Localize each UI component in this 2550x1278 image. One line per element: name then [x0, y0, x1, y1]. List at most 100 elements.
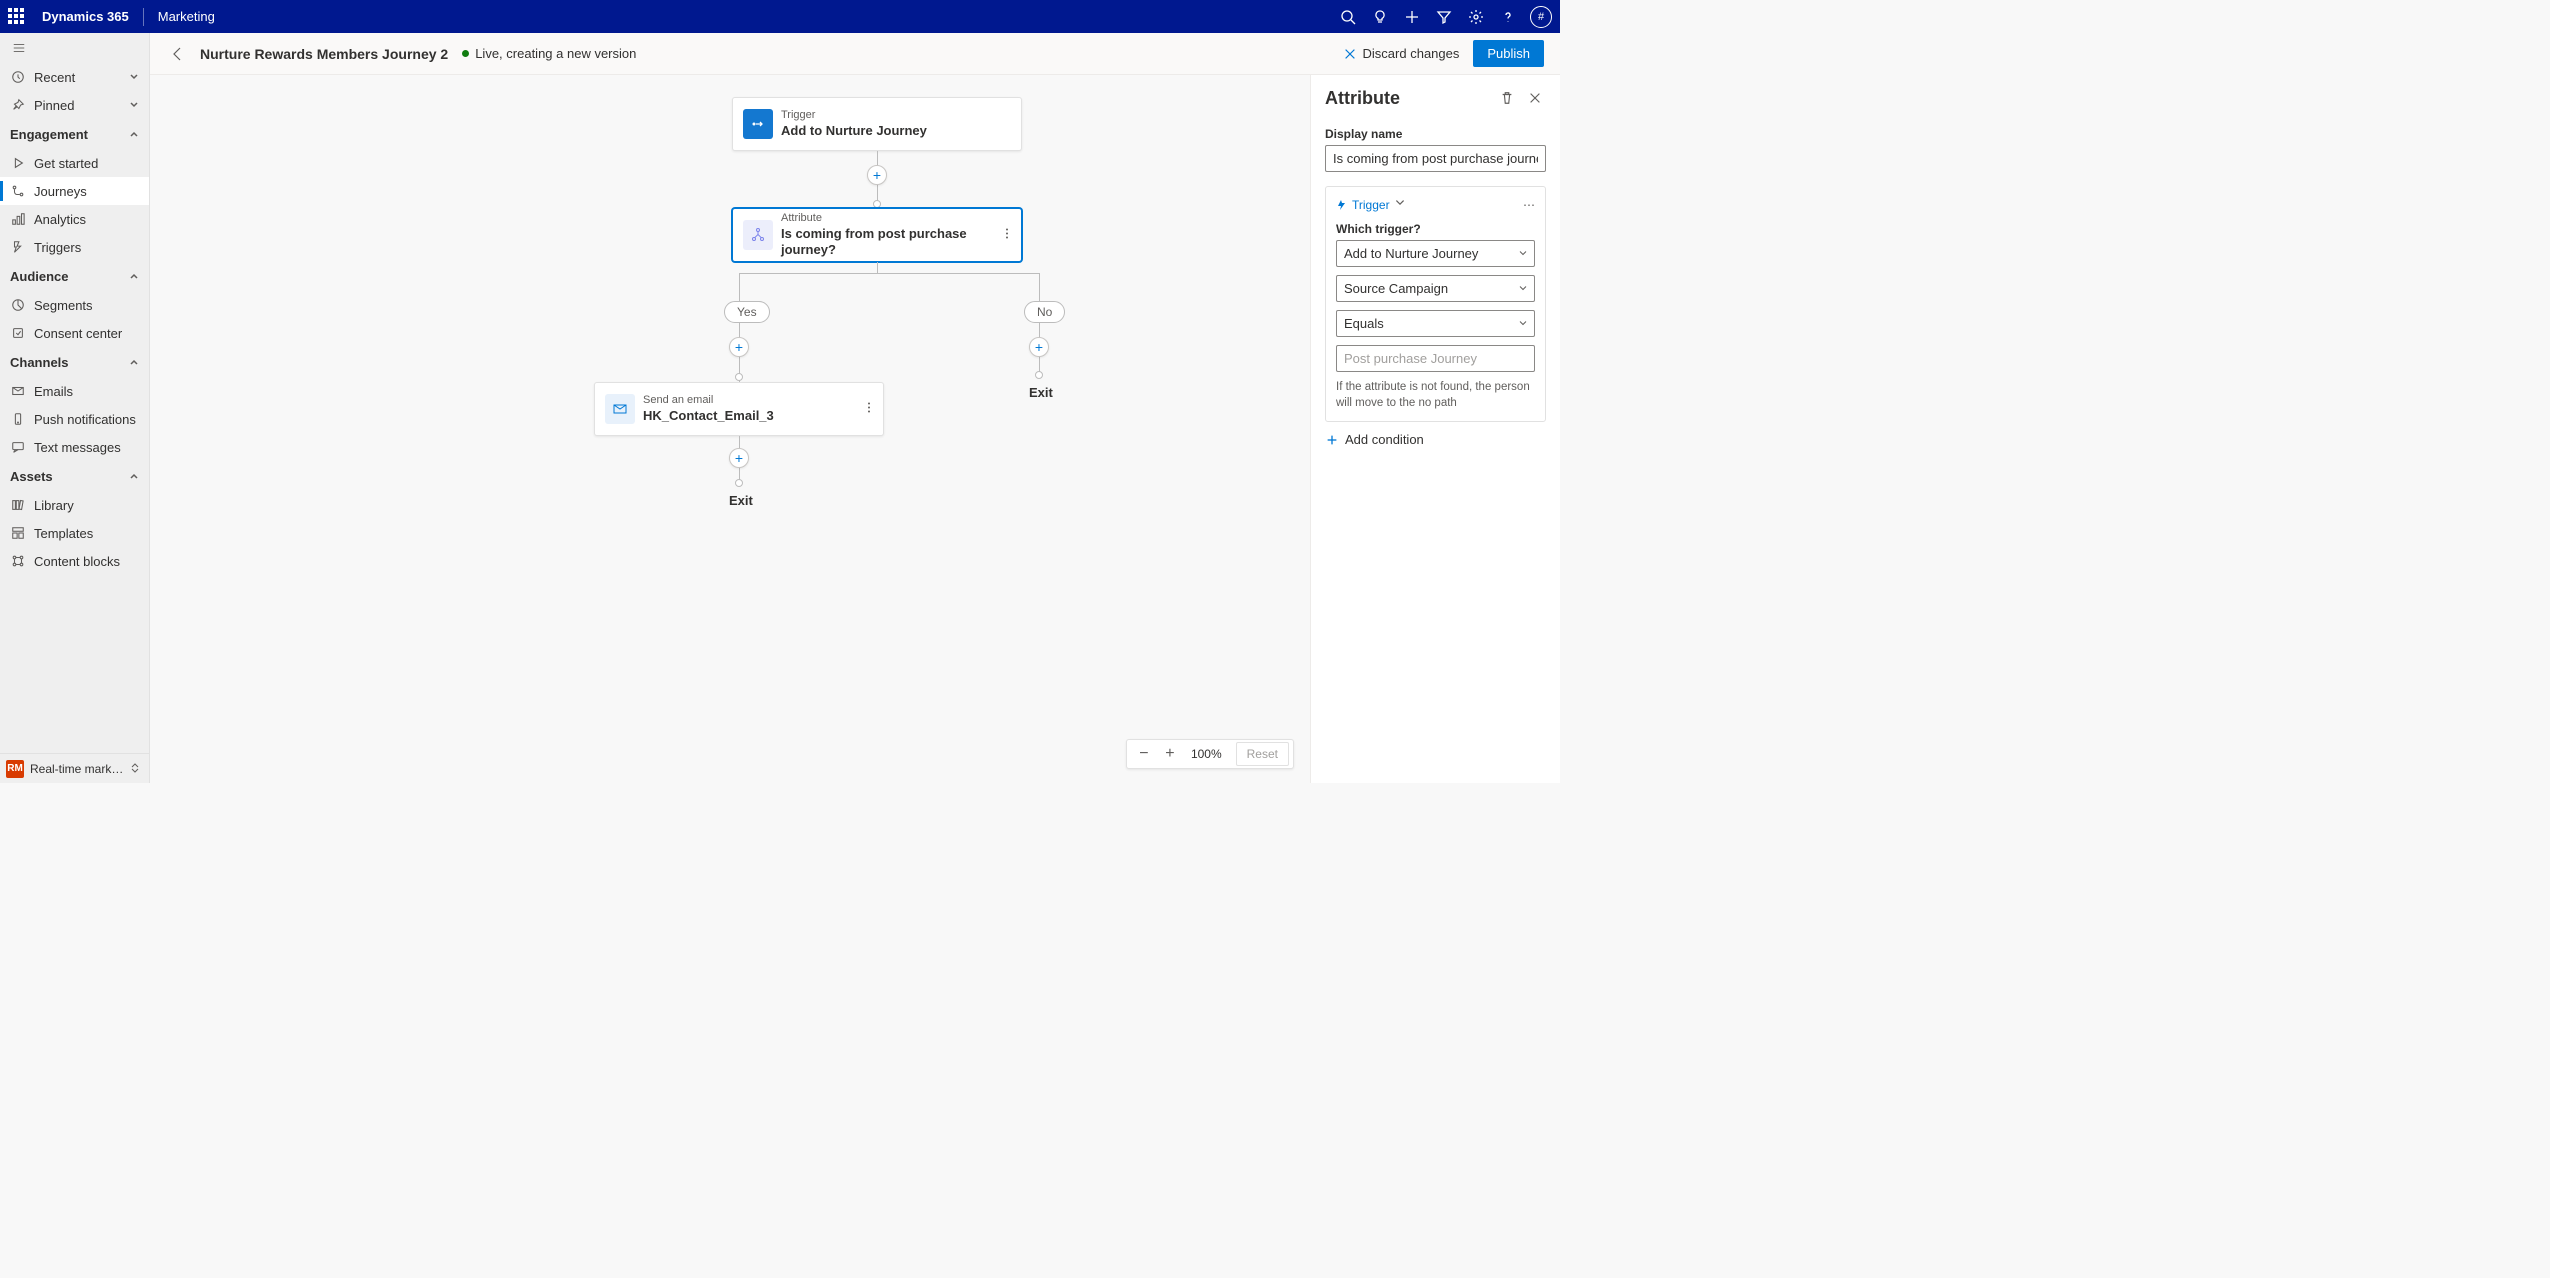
- journey-icon: [10, 183, 26, 199]
- node-attribute[interactable]: Attribute Is coming from post purchase j…: [732, 208, 1022, 262]
- add-condition-button[interactable]: Add condition: [1325, 432, 1546, 447]
- brand-label: Dynamics 365: [42, 9, 129, 24]
- branch-yes-pill[interactable]: Yes: [724, 301, 770, 323]
- publish-button[interactable]: Publish: [1473, 40, 1544, 67]
- display-name-label: Display name: [1325, 127, 1546, 141]
- sidebar-label: Text messages: [34, 440, 121, 455]
- sidebar-label: Pinned: [34, 98, 74, 113]
- operator-select[interactable]: Equals: [1336, 310, 1535, 337]
- sidebar-item-templates[interactable]: Templates: [0, 519, 149, 547]
- sidebar-section-audience[interactable]: Audience: [0, 261, 149, 291]
- journey-canvas[interactable]: Trigger Add to Nurture Journey + Attribu…: [150, 75, 1310, 783]
- zoom-out-button[interactable]: −: [1131, 741, 1157, 767]
- templates-icon: [10, 525, 26, 541]
- trigger-select[interactable]: Add to Nurture Journey: [1336, 240, 1535, 267]
- email-action-icon: [605, 394, 635, 424]
- sidebar-item-text[interactable]: Text messages: [0, 433, 149, 461]
- sidebar-item-analytics[interactable]: Analytics: [0, 205, 149, 233]
- trigger-start-icon: [743, 109, 773, 139]
- sidebar-label: Emails: [34, 384, 73, 399]
- help-icon[interactable]: [1492, 1, 1524, 33]
- chevron-up-icon: [129, 127, 139, 142]
- lightbulb-icon[interactable]: [1364, 1, 1396, 33]
- analytics-icon: [10, 211, 26, 227]
- push-icon: [10, 411, 26, 427]
- add-icon[interactable]: [1396, 1, 1428, 33]
- zoom-reset-button[interactable]: Reset: [1236, 742, 1289, 766]
- library-icon: [10, 497, 26, 513]
- section-label: Engagement: [10, 127, 88, 142]
- branch-no-pill[interactable]: No: [1024, 301, 1065, 323]
- node-more-icon[interactable]: [863, 402, 875, 417]
- updown-icon: [129, 762, 143, 776]
- sidebar-item-library[interactable]: Library: [0, 491, 149, 519]
- sidebar-label: Get started: [34, 156, 98, 171]
- avatar[interactable]: #: [1530, 6, 1552, 28]
- node-title: HK_Contact_Email_3: [643, 408, 774, 424]
- sidebar-item-triggers[interactable]: Triggers: [0, 233, 149, 261]
- connector-dot: [735, 373, 743, 381]
- filter-icon[interactable]: [1428, 1, 1460, 33]
- attribute-branch-icon: [743, 220, 773, 250]
- settings-icon[interactable]: [1460, 1, 1492, 33]
- chevron-up-icon: [129, 469, 139, 484]
- node-type: Send an email: [643, 394, 774, 408]
- status-dot: [462, 50, 469, 57]
- connector-dot: [873, 200, 881, 208]
- discard-label: Discard changes: [1363, 46, 1460, 61]
- sidebar-item-emails[interactable]: Emails: [0, 377, 149, 405]
- node-trigger[interactable]: Trigger Add to Nurture Journey: [732, 97, 1022, 151]
- app-launcher-icon[interactable]: [8, 8, 26, 26]
- chevron-down-icon: [129, 98, 139, 113]
- exit-label: Exit: [1029, 385, 1053, 400]
- global-navbar: Dynamics 365 Marketing #: [0, 0, 1560, 33]
- search-icon[interactable]: [1332, 1, 1364, 33]
- bolt-icon: [1336, 199, 1348, 211]
- value-input[interactable]: [1336, 345, 1535, 372]
- sidebar-label: Triggers: [34, 240, 81, 255]
- add-condition-label: Add condition: [1345, 432, 1424, 447]
- delete-button[interactable]: [1496, 87, 1518, 109]
- add-step-button[interactable]: +: [729, 448, 749, 468]
- connector: [1039, 273, 1040, 301]
- sidebar-item-content-blocks[interactable]: Content blocks: [0, 547, 149, 575]
- connector-dot: [1035, 371, 1043, 379]
- condition-more-icon[interactable]: ⋯: [1523, 198, 1535, 212]
- sidebar-item-get-started[interactable]: Get started: [0, 149, 149, 177]
- sidebar-item-pinned[interactable]: Pinned: [0, 91, 149, 119]
- add-step-button[interactable]: +: [729, 337, 749, 357]
- sidebar-section-channels[interactable]: Channels: [0, 347, 149, 377]
- nav-divider: [143, 8, 144, 26]
- discard-button[interactable]: Discard changes: [1343, 46, 1460, 61]
- add-step-button[interactable]: +: [867, 165, 887, 185]
- chevron-down-icon: [129, 70, 139, 85]
- node-title: Add to Nurture Journey: [781, 123, 927, 139]
- area-label: Marketing: [158, 9, 215, 24]
- sidebar-label: Analytics: [34, 212, 86, 227]
- add-step-button[interactable]: +: [1029, 337, 1049, 357]
- sidebar-item-segments[interactable]: Segments: [0, 291, 149, 319]
- sidebar-collapse-button[interactable]: [0, 33, 149, 63]
- zoom-in-button[interactable]: +: [1157, 741, 1183, 767]
- chevron-down-icon: [1394, 197, 1410, 212]
- connector: [739, 273, 1039, 274]
- sidebar-label: Recent: [34, 70, 75, 85]
- sidebar-item-push[interactable]: Push notifications: [0, 405, 149, 433]
- node-more-icon[interactable]: [1001, 228, 1013, 243]
- display-name-input[interactable]: [1325, 145, 1546, 172]
- sidebar-item-journeys[interactable]: Journeys: [0, 177, 149, 205]
- area-badge: RM: [6, 760, 24, 778]
- sidebar-item-consent[interactable]: Consent center: [0, 319, 149, 347]
- email-icon: [10, 383, 26, 399]
- node-type: Trigger: [781, 109, 927, 123]
- sidebar-section-assets[interactable]: Assets: [0, 461, 149, 491]
- page-title: Nurture Rewards Members Journey 2: [200, 46, 448, 62]
- sidebar-item-recent[interactable]: Recent: [0, 63, 149, 91]
- sidebar-area-switcher[interactable]: RM Real-time marketi...: [0, 753, 149, 783]
- back-button[interactable]: [166, 42, 190, 66]
- condition-type-label[interactable]: Trigger: [1352, 198, 1390, 212]
- sidebar-section-engagement[interactable]: Engagement: [0, 119, 149, 149]
- attribute-select[interactable]: Source Campaign: [1336, 275, 1535, 302]
- close-panel-button[interactable]: [1524, 87, 1546, 109]
- node-email[interactable]: Send an email HK_Contact_Email_3: [594, 382, 884, 436]
